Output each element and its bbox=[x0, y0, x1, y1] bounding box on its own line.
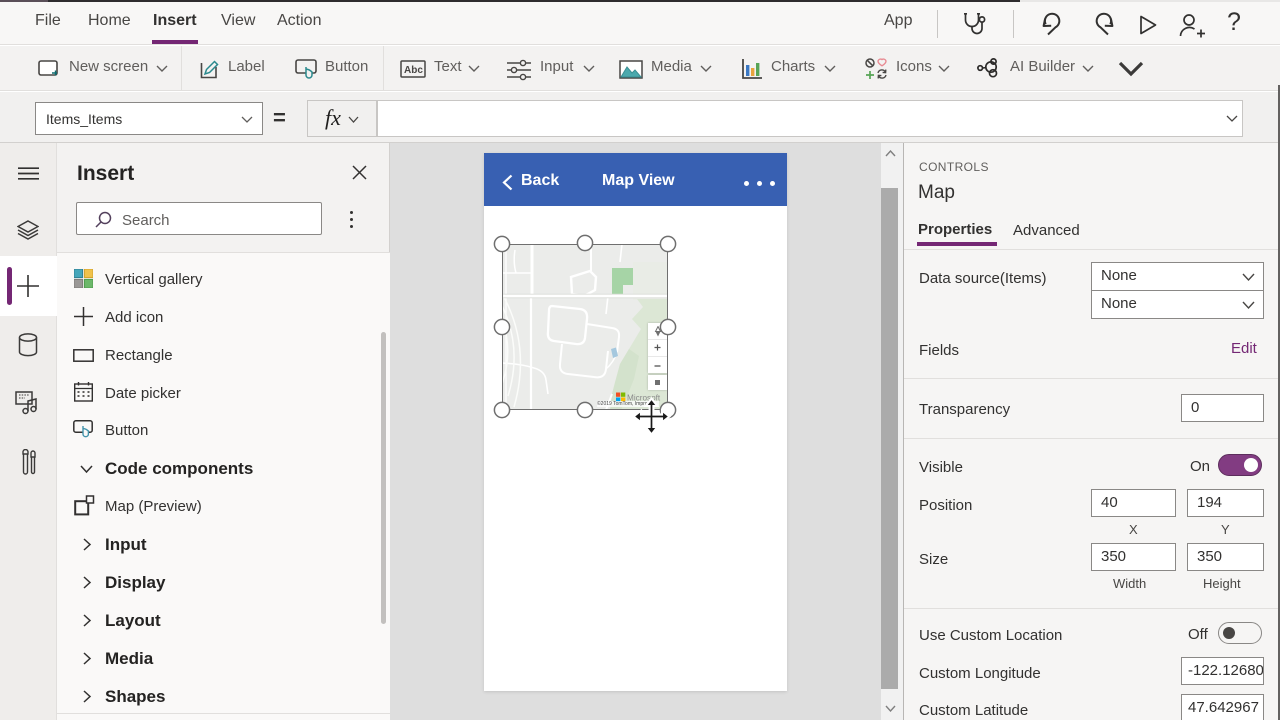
svg-text:Abc: Abc bbox=[404, 65, 423, 76]
